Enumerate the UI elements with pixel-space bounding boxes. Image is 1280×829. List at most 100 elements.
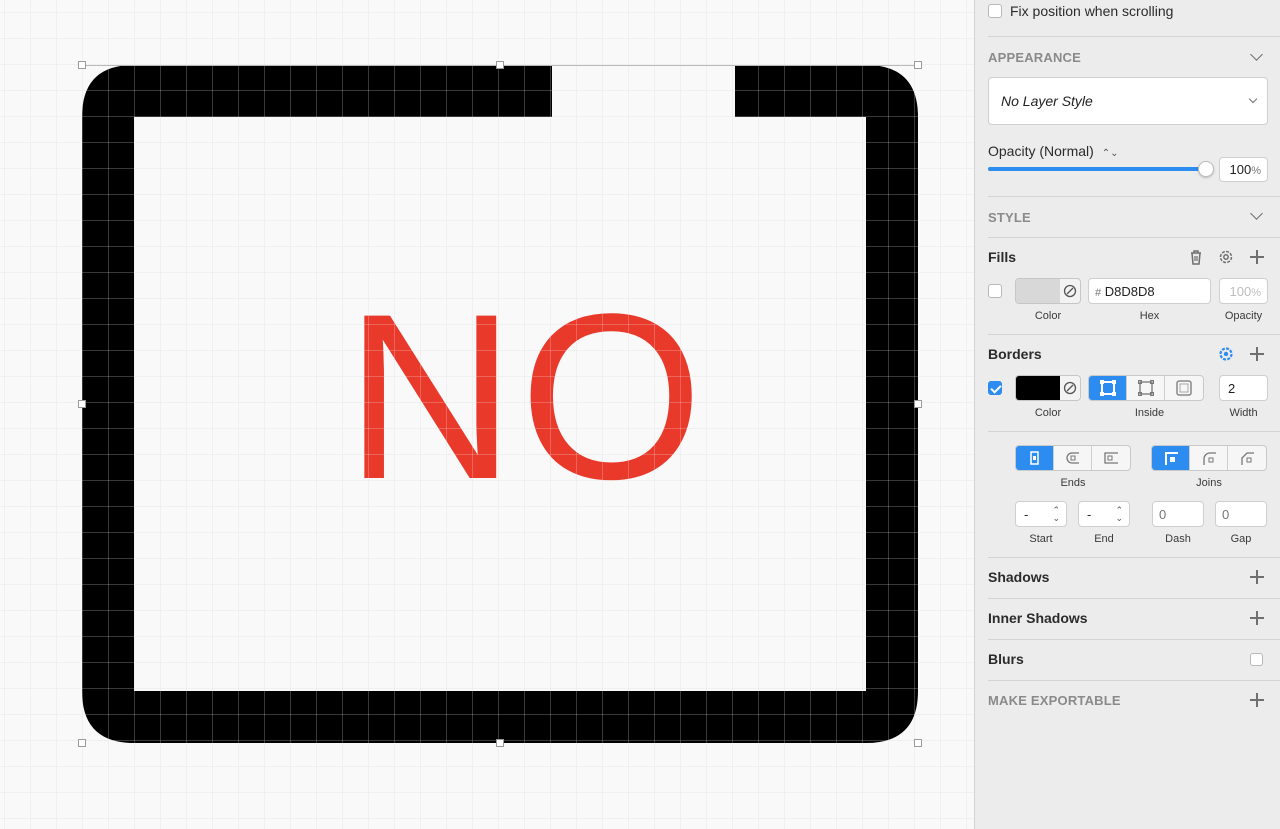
end-caption: End (1094, 533, 1114, 545)
opacity-label-text: Opacity (Normal) (988, 143, 1094, 159)
divider (988, 557, 1280, 558)
opacity-input[interactable]: 100% (1219, 157, 1268, 182)
divider (988, 598, 1280, 599)
border-center-icon (1137, 380, 1154, 396)
arrow-end-select[interactable]: - ⌃ ⌄ (1078, 501, 1130, 527)
joins-miter-button[interactable] (1152, 446, 1190, 470)
line-ends-segmented[interactable] (1015, 445, 1131, 471)
joins-bevel-icon (1241, 452, 1254, 465)
start-caption: Start (1029, 533, 1053, 545)
shadows-title: Shadows (988, 569, 1050, 585)
style-collapse-chevron-icon[interactable] (1250, 207, 1263, 220)
resize-handle-top-center[interactable] (496, 61, 504, 69)
blurs-checkbox[interactable] (1250, 653, 1263, 666)
joins-bevel-button[interactable] (1228, 446, 1266, 470)
borders-gear-icon[interactable] (1217, 345, 1235, 363)
border-position-caption: Inside (1134, 407, 1165, 419)
color-picker-icon (1063, 381, 1077, 395)
fill-opacity-caption: Opacity (1224, 310, 1263, 322)
resize-handle-middle-right[interactable] (914, 400, 922, 408)
fix-position-label: Fix position when scrolling (1010, 3, 1174, 19)
divider (988, 639, 1280, 640)
border-color-well[interactable] (1015, 375, 1081, 401)
fill-opacity-input[interactable]: 100% (1219, 278, 1268, 304)
border-enabled-checkbox[interactable] (988, 381, 1002, 395)
add-export-plus-icon[interactable] (1250, 693, 1264, 707)
fill-enabled-checkbox[interactable] (988, 284, 1002, 298)
opacity-input-unit: % (1251, 165, 1261, 177)
border-position-center-button[interactable] (1127, 376, 1165, 400)
ends-square-button[interactable] (1092, 446, 1130, 470)
divider (988, 334, 1280, 335)
arrow-start-value: - (1024, 507, 1029, 522)
resize-handle-top-left[interactable] (78, 61, 86, 69)
add-inner-shadow-plus-icon[interactable] (1250, 611, 1264, 625)
layer-style-value: No Layer Style (1001, 93, 1093, 109)
fill-opacity-value: 100 (1229, 284, 1252, 299)
divider (988, 196, 1280, 197)
trash-icon[interactable] (1187, 248, 1205, 266)
layer-style-dropdown[interactable]: No Layer Style (988, 77, 1268, 125)
add-border-plus-icon[interactable] (1250, 347, 1264, 361)
border-position-outside-button[interactable] (1165, 376, 1203, 400)
border-width-value: 2 (1228, 381, 1236, 396)
add-fill-plus-icon[interactable] (1250, 250, 1264, 264)
ends-round-icon (1065, 452, 1079, 464)
resize-handle-bottom-left[interactable] (78, 739, 86, 747)
style-section-title: STYLE (988, 210, 1031, 225)
ends-square-icon (1104, 452, 1118, 464)
hex-prefix: # (1095, 287, 1102, 299)
opacity-slider-knob[interactable] (1198, 161, 1214, 177)
stepper-arrows-icon: ⌃ ⌄ (1115, 505, 1123, 523)
inspector-panel: Fix position when scrolling APPEARANCE N… (974, 0, 1280, 829)
resize-handle-bottom-center[interactable] (496, 739, 504, 747)
fills-title: Fills (988, 249, 1017, 265)
divider (988, 431, 1280, 432)
blend-mode-stepper-icon[interactable]: ⌃⌄ (1102, 148, 1119, 159)
layer-style-chevron-icon (1248, 94, 1258, 104)
fill-color-caption: Color (1034, 310, 1062, 322)
appearance-collapse-chevron-icon[interactable] (1250, 48, 1263, 61)
joins-round-button[interactable] (1190, 446, 1228, 470)
border-width-input[interactable]: 2 (1219, 375, 1268, 401)
joins-miter-icon (1164, 452, 1178, 465)
ends-round-button[interactable] (1054, 446, 1092, 470)
border-color-swatch (1016, 376, 1060, 400)
divider (988, 680, 1280, 681)
dash-caption: Dash (1165, 533, 1191, 545)
line-joins-segmented[interactable] (1151, 445, 1267, 471)
fill-hex-value: D8D8D8 (1104, 284, 1155, 299)
resize-handle-top-right[interactable] (914, 61, 922, 69)
ends-butt-icon (1029, 451, 1039, 465)
fix-position-checkbox[interactable] (988, 4, 1002, 18)
canvas[interactable]: NO (0, 0, 974, 829)
border-color-caption: Color (1034, 407, 1062, 419)
resize-handle-bottom-right[interactable] (914, 739, 922, 747)
gap-input[interactable] (1215, 501, 1267, 527)
fill-color-swatch (1016, 279, 1060, 303)
opacity-input-value: 100 (1229, 162, 1252, 177)
resize-handle-middle-left[interactable] (78, 400, 86, 408)
fill-hex-caption: Hex (1139, 310, 1160, 322)
gap-caption: Gap (1230, 533, 1252, 545)
ends-caption: Ends (1060, 477, 1086, 489)
joins-caption: Joins (1196, 477, 1222, 489)
divider (988, 237, 1280, 238)
make-exportable-title: MAKE EXPORTABLE (988, 693, 1121, 708)
fill-hex-input[interactable]: # D8D8D8 (1088, 278, 1211, 304)
appearance-section-title: APPEARANCE (988, 50, 1082, 65)
border-width-caption: Width (1229, 407, 1258, 419)
opacity-slider[interactable] (988, 161, 1214, 177)
dash-input[interactable] (1152, 501, 1204, 527)
no-text-layer[interactable]: NO (345, 279, 703, 515)
border-position-segmented[interactable] (1088, 375, 1204, 401)
add-shadow-plus-icon[interactable] (1250, 570, 1264, 584)
border-position-inside-button[interactable] (1089, 376, 1127, 400)
ends-butt-button[interactable] (1016, 446, 1054, 470)
arrow-start-select[interactable]: - ⌃ ⌄ (1015, 501, 1067, 527)
borders-title: Borders (988, 346, 1042, 362)
fill-color-well[interactable] (1015, 278, 1081, 304)
border-outside-icon (1176, 380, 1192, 396)
divider (988, 36, 1280, 37)
fills-gear-icon[interactable] (1217, 248, 1235, 266)
